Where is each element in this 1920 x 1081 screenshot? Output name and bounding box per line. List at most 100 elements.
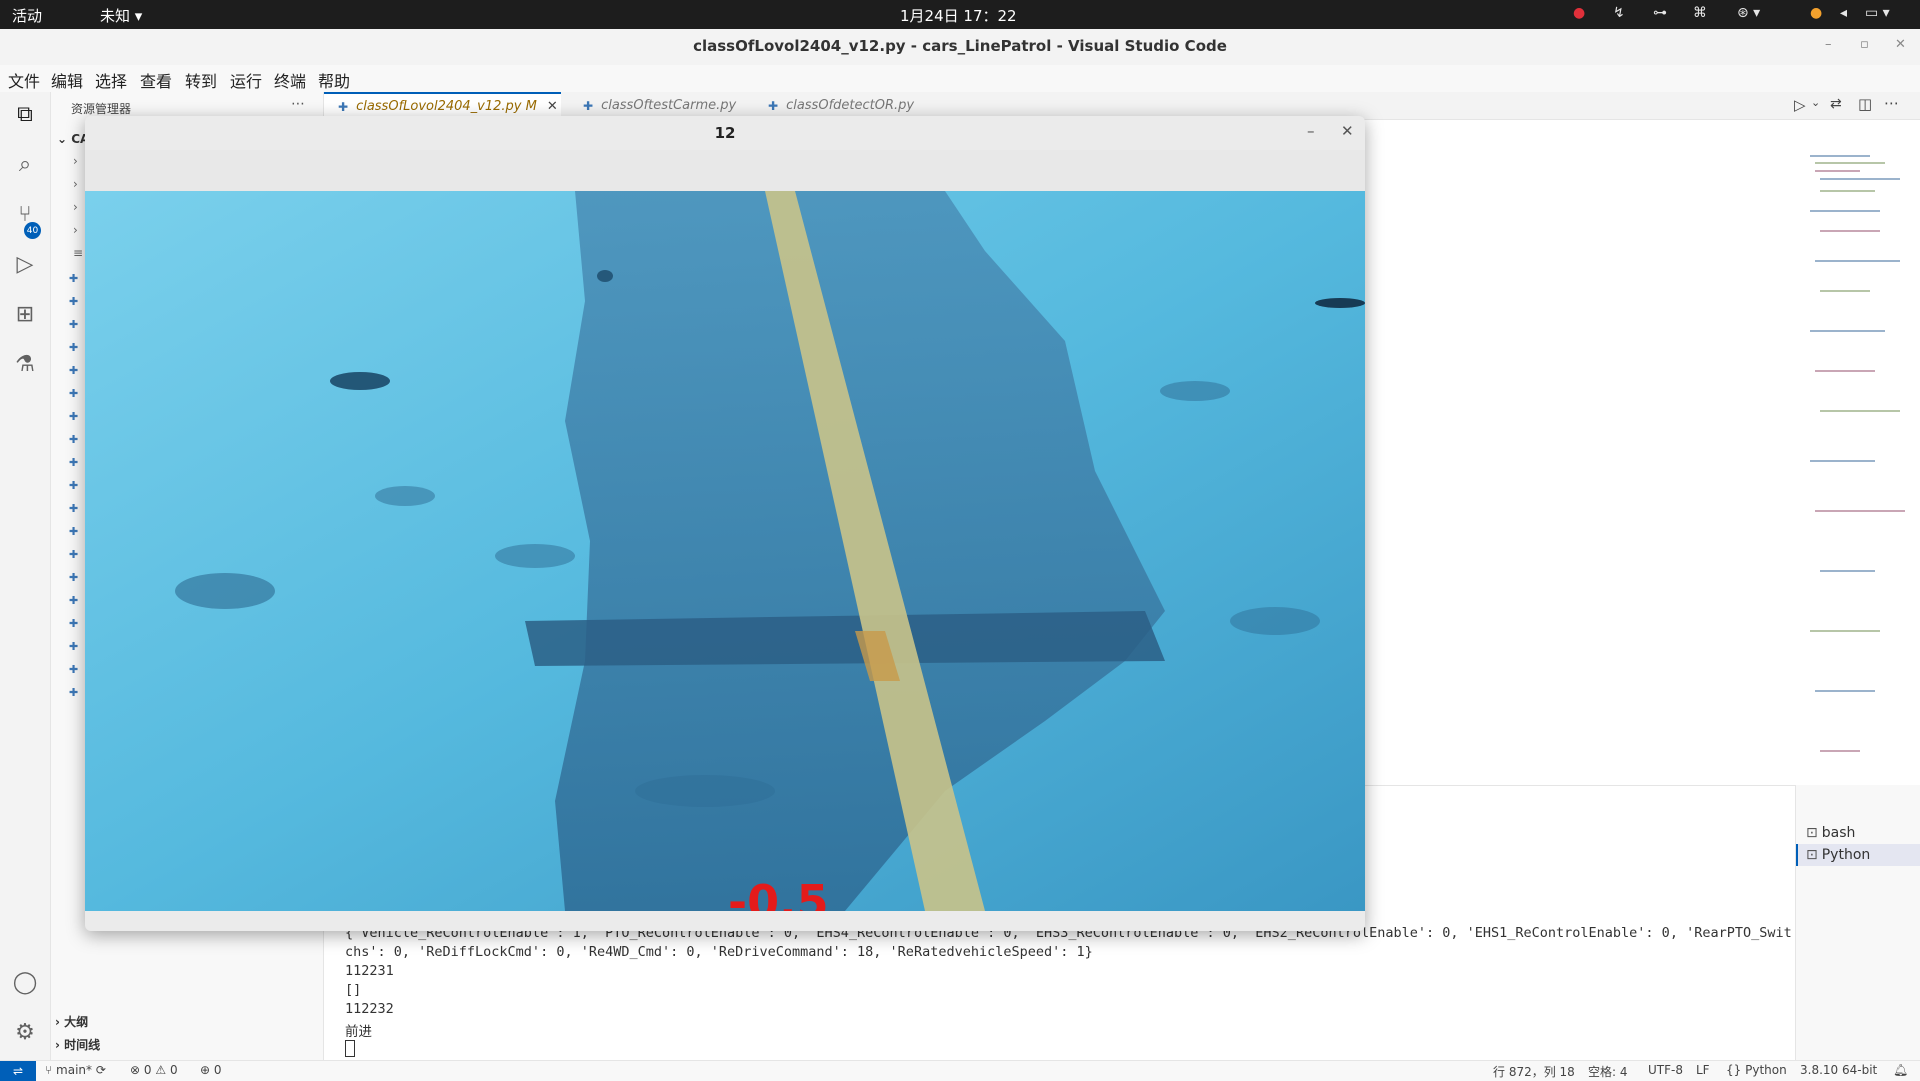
menu-view[interactable]: 查看	[140, 68, 172, 92]
volume-icon[interactable]: ◂	[1840, 5, 1847, 21]
chevron-right-icon: ›	[55, 1038, 60, 1052]
chevron-right-icon[interactable]: ›	[73, 154, 78, 168]
encoding[interactable]: UTF-8	[1648, 1063, 1683, 1077]
menu-selection[interactable]: 选择	[95, 68, 127, 92]
tab-classoflovol2404[interactable]: ✚ classOfLovol2404_v12.py M ✕	[324, 92, 561, 119]
command-icon[interactable]: ⌘	[1693, 5, 1707, 21]
menu-edit[interactable]: 编辑	[51, 68, 83, 92]
outline-section[interactable]: › 大纲	[55, 1013, 88, 1030]
file-icon[interactable]: ≡	[73, 246, 83, 260]
menu-help[interactable]: 帮助	[318, 68, 350, 92]
maximize-icon[interactable]: ▫	[1860, 37, 1869, 52]
account-icon[interactable]: ◯	[9, 966, 41, 998]
python-file-icon[interactable]: ✚	[69, 479, 79, 492]
terminal-instance-bash[interactable]: ⊡ bash	[1796, 822, 1920, 844]
timeline-section[interactable]: › 时间线	[55, 1036, 100, 1053]
image-window-title: 12	[714, 124, 736, 142]
python-file-icon[interactable]: ✚	[69, 502, 79, 515]
close-icon[interactable]: ✕	[1341, 122, 1354, 140]
menu-terminal[interactable]: 终端	[274, 68, 306, 92]
feather-icon[interactable]: ↯	[1613, 5, 1625, 21]
split-editor-icon[interactable]: ◫	[1858, 95, 1872, 113]
python-interpreter[interactable]: 3.8.10 64-bit	[1800, 1063, 1877, 1077]
menu-file[interactable]: 文件	[8, 68, 40, 92]
minimap-line	[1815, 370, 1875, 372]
status-dot-icon[interactable]: ●	[1810, 5, 1822, 21]
terminal-instance-python[interactable]: ⊡ Python	[1796, 844, 1920, 866]
python-file-icon[interactable]: ✚	[69, 387, 79, 400]
minimize-icon[interactable]: –	[1825, 37, 1832, 52]
menu-go[interactable]: 转到	[185, 68, 217, 92]
chevron-right-icon[interactable]: ›	[73, 177, 78, 191]
run-python-file-icon[interactable]: ▷	[1794, 96, 1806, 114]
search-icon[interactable]: ⌕	[9, 148, 41, 180]
notifications-bell-icon[interactable]: 🔔︎	[1893, 1063, 1908, 1077]
chevron-right-icon: ›	[55, 1015, 60, 1029]
extensions-icon[interactable]: ⊞	[9, 298, 41, 330]
python-file-icon[interactable]: ✚	[69, 663, 79, 676]
window-title-bar: classOfLovol2404_v12.py - cars_LinePatro…	[0, 29, 1920, 65]
python-file-icon[interactable]: ✚	[69, 571, 79, 584]
python-file-icon[interactable]: ✚	[69, 525, 79, 538]
python-file-icon[interactable]: ✚	[69, 456, 79, 469]
alert-icon[interactable]: ●	[1573, 5, 1585, 21]
image-viewer-window[interactable]: 12 – ✕ -0.5	[85, 116, 1365, 931]
menu-run[interactable]: 运行	[230, 68, 262, 92]
remote-indicator-icon[interactable]: ⇌	[0, 1061, 36, 1081]
window-title: classOfLovol2404_v12.py - cars_LinePatro…	[693, 37, 1227, 55]
activities-button[interactable]: 活动	[12, 5, 42, 26]
python-file-icon[interactable]: ✚	[69, 318, 79, 331]
terminal-icon: ⊡	[1806, 847, 1818, 863]
problems-indicator[interactable]: ⊗ 0 ⚠ 0	[130, 1063, 178, 1077]
more-actions-icon[interactable]: ⋯	[291, 96, 305, 112]
accessibility-icon[interactable]: ⊛ ▾	[1737, 5, 1760, 21]
line-ending[interactable]: LF	[1696, 1063, 1710, 1077]
compare-changes-icon[interactable]: ⇄	[1830, 96, 1842, 112]
language-mode[interactable]: {} Python	[1726, 1063, 1787, 1077]
clock[interactable]: 1月24日 17：22	[900, 5, 1017, 26]
python-file-icon[interactable]: ✚	[69, 548, 79, 561]
warning-icon: ⚠	[155, 1063, 167, 1077]
python-file-icon[interactable]: ✚	[69, 410, 79, 423]
broadcast-icon: ⊕	[200, 1063, 211, 1077]
network-status-icon[interactable]: ⊶	[1653, 5, 1667, 21]
cursor-position[interactable]: 行 872，列 18	[1493, 1063, 1575, 1080]
python-file-icon[interactable]: ✚	[69, 433, 79, 446]
python-file-icon[interactable]: ✚	[69, 617, 79, 630]
close-icon[interactable]: ✕	[1895, 37, 1906, 52]
ports-count: 0	[213, 1063, 222, 1077]
testing-icon[interactable]: ⚗	[9, 348, 41, 380]
ports-indicator[interactable]: ⊕ 0	[200, 1063, 222, 1077]
system-top-bar: 活动 未知 ▾ 1月24日 17：22 ● ↯ ⊶ ⌘ ⊛ ▾ ● ◂ ▭ ▾	[0, 0, 1920, 29]
tab-classoftestcarme[interactable]: ✚ classOftestCarme.py	[569, 92, 749, 119]
python-file-icon[interactable]: ✚	[69, 686, 79, 699]
python-file-icon[interactable]: ✚	[69, 364, 79, 377]
minimap-line	[1815, 162, 1885, 164]
python-file-icon[interactable]: ✚	[69, 640, 79, 653]
minimap[interactable]	[1790, 150, 1910, 770]
minimize-icon[interactable]: –	[1307, 122, 1315, 140]
branch-indicator[interactable]: ⑂ main* ⟳	[45, 1063, 106, 1077]
python-file-icon[interactable]: ✚	[69, 295, 79, 308]
minimap-line	[1820, 570, 1875, 572]
explorer-icon[interactable]: ⧉	[9, 98, 41, 130]
app-menu[interactable]: 未知 ▾	[100, 5, 142, 26]
close-tab-icon[interactable]: ✕	[547, 99, 558, 114]
chevron-down-icon[interactable]: ⌄	[1811, 96, 1820, 109]
tab-classofdetector[interactable]: ✚ classOfdetectOR.py	[754, 92, 934, 119]
indentation[interactable]: 空格: 4	[1588, 1063, 1628, 1080]
minimap-line	[1815, 170, 1860, 172]
chevron-right-icon[interactable]: ›	[73, 223, 78, 237]
python-file-icon[interactable]: ✚	[69, 272, 79, 285]
python-file-icon: ✚	[583, 98, 594, 113]
modified-indicator: M	[525, 99, 537, 114]
minimap-line	[1810, 630, 1880, 632]
more-actions-icon[interactable]: ⋯	[1884, 94, 1899, 112]
settings-gear-icon[interactable]: ⚙	[9, 1016, 41, 1048]
battery-icon[interactable]: ▭ ▾	[1865, 5, 1890, 21]
status-bar: ⇌ ⑂ main* ⟳ ⊗ 0 ⚠ 0 ⊕ 0 行 872，列 18 空格: 4…	[0, 1060, 1920, 1081]
python-file-icon[interactable]: ✚	[69, 341, 79, 354]
chevron-right-icon[interactable]: ›	[73, 200, 78, 214]
run-debug-icon[interactable]: ▷	[9, 248, 41, 280]
python-file-icon[interactable]: ✚	[69, 594, 79, 607]
